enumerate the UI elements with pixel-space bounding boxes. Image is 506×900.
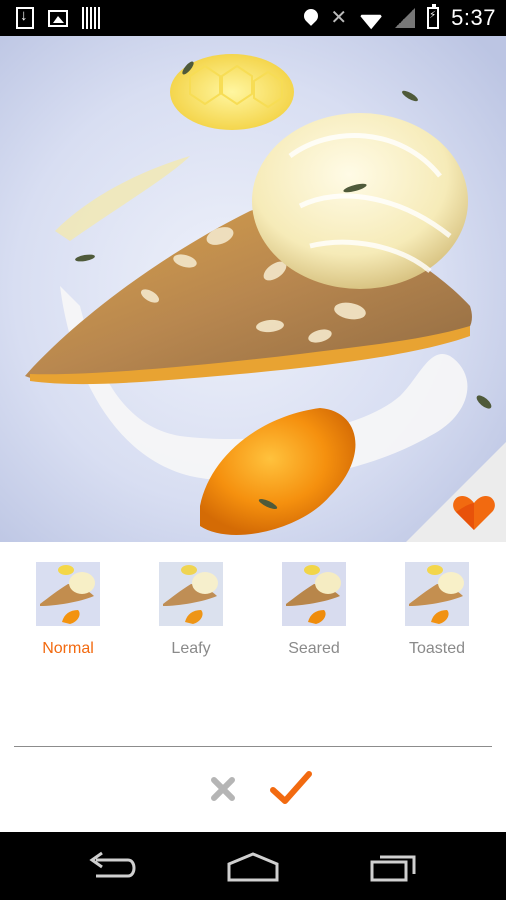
filter-selector: Normal Leafy Seared Toasted <box>0 542 506 672</box>
barcode-icon <box>82 7 100 29</box>
checkmark-icon[interactable] <box>268 768 314 808</box>
battery-charging-icon <box>427 4 440 29</box>
filter-normal[interactable]: Normal <box>18 562 118 658</box>
filter-seared[interactable]: Seared <box>264 562 364 658</box>
filter-thumbnail <box>159 562 223 626</box>
notification-icons <box>16 7 100 29</box>
filter-label: Normal <box>42 640 94 657</box>
filter-thumbnail <box>36 562 100 626</box>
signal-icon <box>395 8 416 28</box>
recent-apps-icon[interactable] <box>364 846 424 886</box>
home-icon[interactable] <box>223 846 283 886</box>
action-bar <box>0 760 506 820</box>
divider <box>14 746 492 747</box>
download-icon <box>16 7 34 29</box>
filter-leafy[interactable]: Leafy <box>141 562 241 658</box>
wifi-icon <box>359 6 383 30</box>
filter-label: Leafy <box>171 640 211 657</box>
filter-label: Toasted <box>408 640 466 657</box>
location-icon <box>301 6 322 26</box>
status-bar: ✕ 5:37 <box>0 0 506 36</box>
filter-thumbnail <box>405 562 469 626</box>
photo-preview <box>0 36 506 542</box>
back-icon[interactable] <box>82 846 142 886</box>
system-icons: ✕ 5:37 <box>301 4 496 31</box>
filter-thumbnail <box>282 562 346 626</box>
filter-toasted[interactable]: Toasted <box>387 562 487 658</box>
vibrate-off-icon: ✕ <box>330 7 348 29</box>
close-icon[interactable] <box>206 772 240 806</box>
navigation-bar <box>0 832 506 900</box>
filter-label: Seared <box>288 640 340 657</box>
dessert-photo <box>0 36 506 542</box>
heart-logo-icon <box>453 496 495 530</box>
clock: 5:37 <box>451 5 496 30</box>
image-icon <box>48 10 68 27</box>
